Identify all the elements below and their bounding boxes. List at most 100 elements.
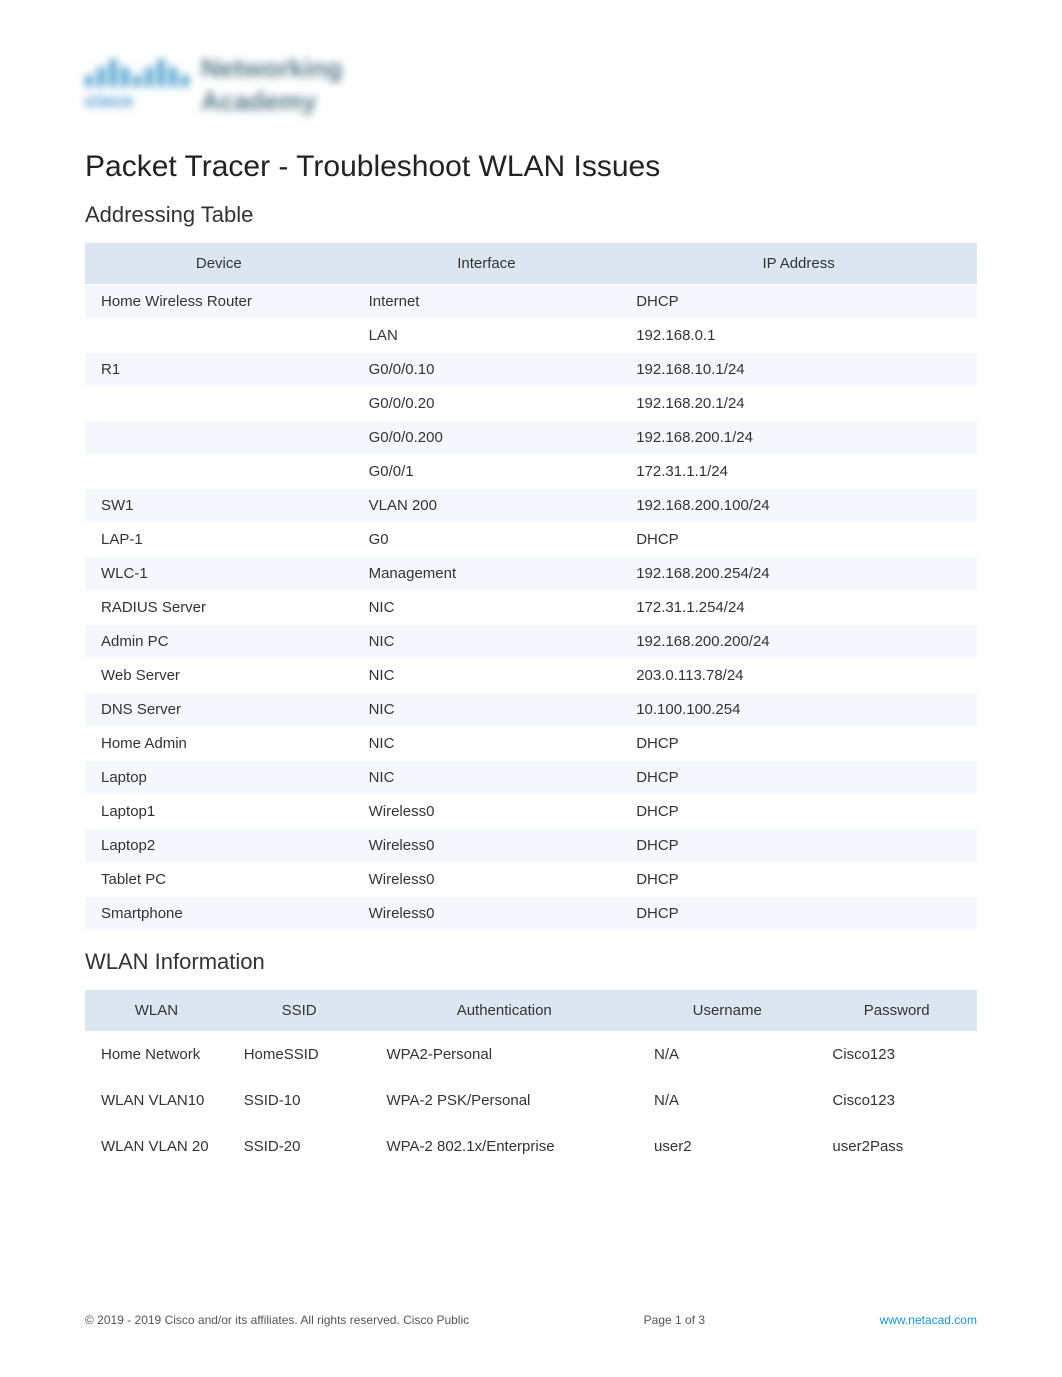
table-cell: HomeSSID: [228, 1032, 371, 1077]
logo-line1: Networking: [201, 53, 343, 84]
table-cell: [85, 421, 353, 454]
table-cell: Laptop: [85, 761, 353, 794]
table-cell: 192.168.200.254/24: [620, 557, 977, 590]
table-cell: G0/0/0.200: [353, 421, 621, 454]
table-cell: Cisco123: [816, 1078, 977, 1123]
table-cell: Home Wireless Router: [85, 285, 353, 318]
table-cell: Admin PC: [85, 625, 353, 658]
table-cell: WLAN VLAN10: [85, 1078, 228, 1123]
table-cell: user2: [638, 1124, 816, 1169]
wlan-header-pass: Password: [816, 990, 977, 1031]
table-cell: 203.0.113.78/24: [620, 659, 977, 692]
table-cell: N/A: [638, 1078, 816, 1123]
table-cell: 192.168.20.1/24: [620, 387, 977, 420]
table-cell: [85, 387, 353, 420]
logo-line2: Academy: [201, 86, 343, 117]
table-row: G0/0/0.200192.168.200.1/24: [85, 421, 977, 454]
table-row: WLAN VLAN10SSID-10WPA-2 PSK/PersonalN/AC…: [85, 1078, 977, 1123]
table-cell: WPA2-Personal: [370, 1032, 638, 1077]
table-cell: Wireless0: [353, 863, 621, 896]
table-row: Laptop2Wireless0DHCP: [85, 829, 977, 862]
table-cell: Cisco123: [816, 1032, 977, 1077]
table-cell: 172.31.1.254/24: [620, 591, 977, 624]
table-cell: DHCP: [620, 285, 977, 318]
table-cell: Laptop2: [85, 829, 353, 862]
table-cell: 192.168.200.1/24: [620, 421, 977, 454]
table-cell: Web Server: [85, 659, 353, 692]
table-cell: G0: [353, 523, 621, 556]
table-row: G0/0/1172.31.1.1/24: [85, 455, 977, 488]
addressing-table-heading: Addressing Table: [85, 202, 977, 228]
page-title: Packet Tracer - Troubleshoot WLAN Issues: [85, 150, 977, 184]
table-cell: G0/0/1: [353, 455, 621, 488]
table-cell: SSID-20: [228, 1124, 371, 1169]
table-row: SW1VLAN 200192.168.200.100/24: [85, 489, 977, 522]
table-cell: 10.100.100.254: [620, 693, 977, 726]
table-cell: 192.168.200.200/24: [620, 625, 977, 658]
table-row: WLC-1Management192.168.200.254/24: [85, 557, 977, 590]
table-row: WLAN VLAN 20SSID-20WPA-2 802.1x/Enterpri…: [85, 1124, 977, 1169]
table-cell: WLAN VLAN 20: [85, 1124, 228, 1169]
table-cell: NIC: [353, 591, 621, 624]
table-cell: VLAN 200: [353, 489, 621, 522]
table-cell: G0/0/0.10: [353, 353, 621, 386]
table-cell: 192.168.200.100/24: [620, 489, 977, 522]
table-cell: DHCP: [620, 863, 977, 896]
table-row: LAN192.168.0.1: [85, 319, 977, 352]
table-row: Home Wireless RouterInternetDHCP: [85, 285, 977, 318]
table-cell: G0/0/0.20: [353, 387, 621, 420]
table-row: R1G0/0/0.10192.168.10.1/24: [85, 353, 977, 386]
table-row: LAP-1G0DHCP: [85, 523, 977, 556]
table-cell: SSID-10: [228, 1078, 371, 1123]
table-cell: DHCP: [620, 523, 977, 556]
table-row: G0/0/0.20192.168.20.1/24: [85, 387, 977, 420]
footer-copyright: © 2019 - 2019 Cisco and/or its affiliate…: [85, 1313, 469, 1327]
table-cell: Internet: [353, 285, 621, 318]
table-cell: 172.31.1.1/24: [620, 455, 977, 488]
wlan-header-ssid: SSID: [228, 990, 371, 1031]
table-cell: Wireless0: [353, 897, 621, 930]
table-cell: NIC: [353, 693, 621, 726]
table-cell: NIC: [353, 727, 621, 760]
table-cell: Home Admin: [85, 727, 353, 760]
table-cell: LAP-1: [85, 523, 353, 556]
table-cell: DNS Server: [85, 693, 353, 726]
table-cell: RADIUS Server: [85, 591, 353, 624]
table-row: Home AdminNICDHCP: [85, 727, 977, 760]
table-cell: NIC: [353, 625, 621, 658]
addressing-header-interface: Interface: [353, 243, 621, 284]
table-cell: WPA-2 PSK/Personal: [370, 1078, 638, 1123]
table-cell: DHCP: [620, 761, 977, 794]
footer: © 2019 - 2019 Cisco and/or its affiliate…: [85, 1313, 977, 1327]
table-cell: Smartphone: [85, 897, 353, 930]
logo-brand-text: cisco: [85, 91, 189, 112]
addressing-header-device: Device: [85, 243, 353, 284]
footer-link[interactable]: www.netacad.com: [880, 1313, 977, 1327]
table-cell: user2Pass: [816, 1124, 977, 1169]
cisco-logo: cisco Networking Academy: [85, 50, 345, 120]
table-cell: LAN: [353, 319, 621, 352]
table-row: Web ServerNIC203.0.113.78/24: [85, 659, 977, 692]
table-cell: 192.168.0.1: [620, 319, 977, 352]
table-cell: DHCP: [620, 795, 977, 828]
wlan-table: WLAN SSID Authentication Username Passwo…: [85, 989, 977, 1170]
table-cell: Wireless0: [353, 829, 621, 862]
table-cell: 192.168.10.1/24: [620, 353, 977, 386]
table-cell: Laptop1: [85, 795, 353, 828]
addressing-table: Device Interface IP Address Home Wireles…: [85, 242, 977, 931]
wlan-header-user: Username: [638, 990, 816, 1031]
table-cell: SW1: [85, 489, 353, 522]
table-cell: NIC: [353, 659, 621, 692]
table-cell: R1: [85, 353, 353, 386]
table-cell: Tablet PC: [85, 863, 353, 896]
table-row: DNS ServerNIC10.100.100.254: [85, 693, 977, 726]
wlan-header-auth: Authentication: [370, 990, 638, 1031]
wlan-info-heading: WLAN Information: [85, 949, 977, 975]
table-cell: [85, 319, 353, 352]
table-cell: DHCP: [620, 897, 977, 930]
table-cell: N/A: [638, 1032, 816, 1077]
table-cell: DHCP: [620, 829, 977, 862]
wlan-header-wlan: WLAN: [85, 990, 228, 1031]
table-row: Laptop1Wireless0DHCP: [85, 795, 977, 828]
table-cell: Wireless0: [353, 795, 621, 828]
